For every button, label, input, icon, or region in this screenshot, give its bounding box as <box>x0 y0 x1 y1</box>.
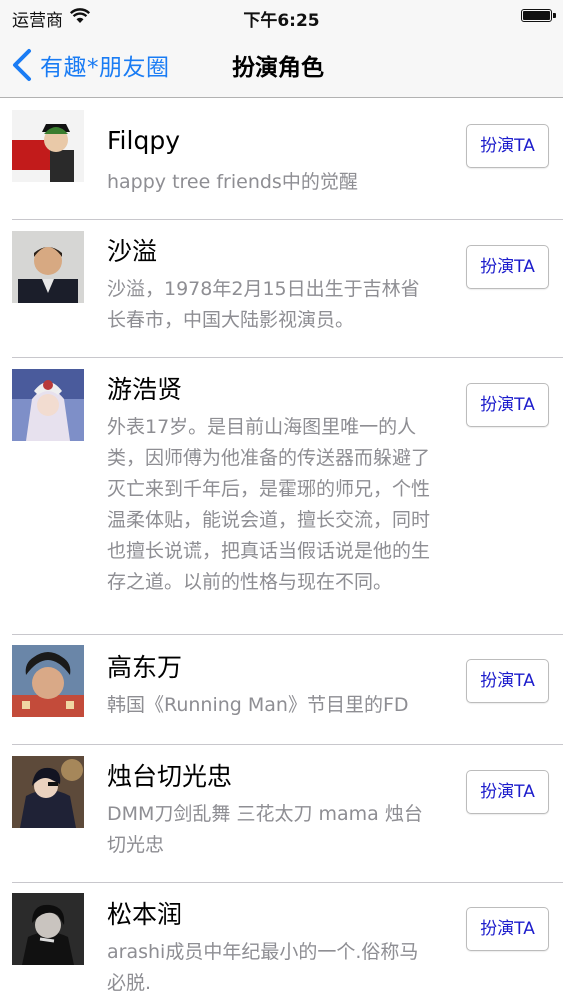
character-description: 外表17岁。是目前山海图里唯一的人类，因师傅为他准备的传送器而躲避了灭亡来到千年… <box>107 416 431 593</box>
battery-icon <box>521 9 556 22</box>
back-button[interactable]: 有趣*朋友圈 <box>10 46 170 84</box>
play-character-button[interactable]: 扮演TA <box>466 770 549 814</box>
status-time: 下午6:25 <box>243 11 320 31</box>
character-description: 沙溢，1978年2月15日出生于吉林省长春市，中国大陆影视演员。 <box>107 278 420 331</box>
character-name: Filqpy <box>107 126 180 155</box>
play-character-button[interactable]: 扮演TA <box>466 907 549 951</box>
play-character-button[interactable]: 扮演TA <box>466 124 549 168</box>
character-name: 松本润 <box>107 900 183 929</box>
back-label: 有趣*朋友圈 <box>40 55 170 81</box>
character-description: DMM刀剑乱舞 三花太刀 mama 烛台切光忠 <box>107 803 423 856</box>
play-character-button[interactable]: 扮演TA <box>466 383 549 427</box>
chevron-left-icon <box>13 49 31 81</box>
character-description: arashi成员中年纪最小的一个.俗称马必脱. <box>107 941 419 994</box>
play-character-button[interactable]: 扮演TA <box>466 245 549 289</box>
list-item: 沙溢 沙溢，1978年2月15日出生于吉林省长春市，中国大陆影视演员。 扮演TA <box>0 220 563 358</box>
avatar <box>12 231 84 303</box>
list-item: 松本润 arashi成员中年纪最小的一个.俗称马必脱. 扮演TA <box>0 883 563 1001</box>
character-name: 烛台切光忠 <box>107 762 233 791</box>
character-name: 高东万 <box>107 653 183 682</box>
character-name: 沙溢 <box>107 237 158 266</box>
list-item: 高东万 韩国《Running Man》节目里的FD 扮演TA <box>0 635 563 745</box>
list-item: Filqpy happy tree friends中的觉醒 扮演TA <box>0 98 563 220</box>
list-item: 游浩贤 外表17岁。是目前山海图里唯一的人类，因师傅为他准备的传送器而躲避了灭亡… <box>0 358 563 635</box>
avatar <box>12 645 84 717</box>
avatar <box>12 369 84 441</box>
character-description: happy tree friends中的觉醒 <box>107 171 358 193</box>
page-title: 扮演角色 <box>232 55 324 81</box>
play-character-button[interactable]: 扮演TA <box>466 659 549 703</box>
avatar <box>12 893 84 965</box>
status-bar: 运营商 下午6:25 <box>0 0 563 34</box>
navigation-bar: 有趣*朋友圈 扮演角色 <box>0 34 563 98</box>
list-item: 烛台切光忠 DMM刀剑乱舞 三花太刀 mama 烛台切光忠 扮演TA <box>0 745 563 883</box>
avatar <box>12 110 84 182</box>
avatar <box>12 756 84 828</box>
character-description: 韩国《Running Man》节目里的FD <box>107 694 409 716</box>
character-name: 游浩贤 <box>107 375 183 404</box>
